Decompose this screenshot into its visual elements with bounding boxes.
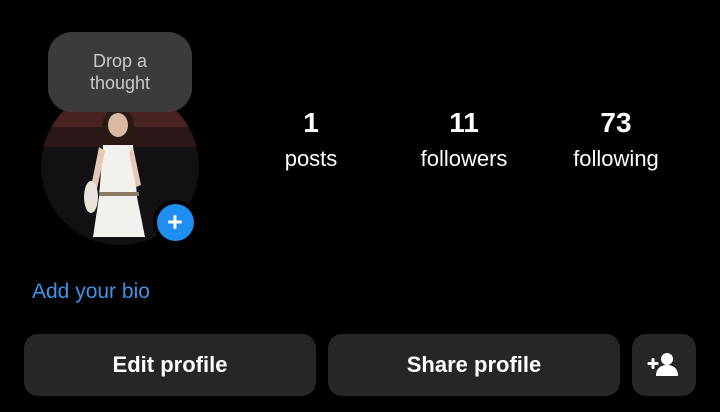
stat-posts[interactable]: 1 posts — [246, 106, 376, 174]
stat-label: posts — [284, 146, 338, 171]
stat-label: following — [573, 146, 659, 171]
person-add-icon — [647, 353, 678, 376]
stat-label: followers — [420, 146, 508, 171]
add-story-button[interactable] — [153, 200, 197, 244]
stat-value: 73 — [600, 107, 632, 138]
edit-profile-label: Edit profile — [112, 352, 228, 377]
stat-following[interactable]: 73 following — [551, 106, 681, 174]
note-bubble[interactable]: Drop a thought — [48, 32, 192, 112]
stat-followers[interactable]: 11 followers — [399, 106, 529, 174]
stat-value: 1 — [303, 107, 319, 138]
note-text: Drop a thought — [89, 51, 151, 93]
edit-profile-button[interactable]: Edit profile — [24, 334, 316, 396]
add-bio-link[interactable]: Add your bio — [32, 280, 150, 304]
stat-value: 11 — [449, 107, 479, 138]
plus-icon — [156, 203, 194, 241]
share-profile-button[interactable]: Share profile — [328, 334, 620, 396]
share-profile-label: Share profile — [406, 352, 542, 377]
discover-people-button[interactable] — [632, 334, 696, 396]
